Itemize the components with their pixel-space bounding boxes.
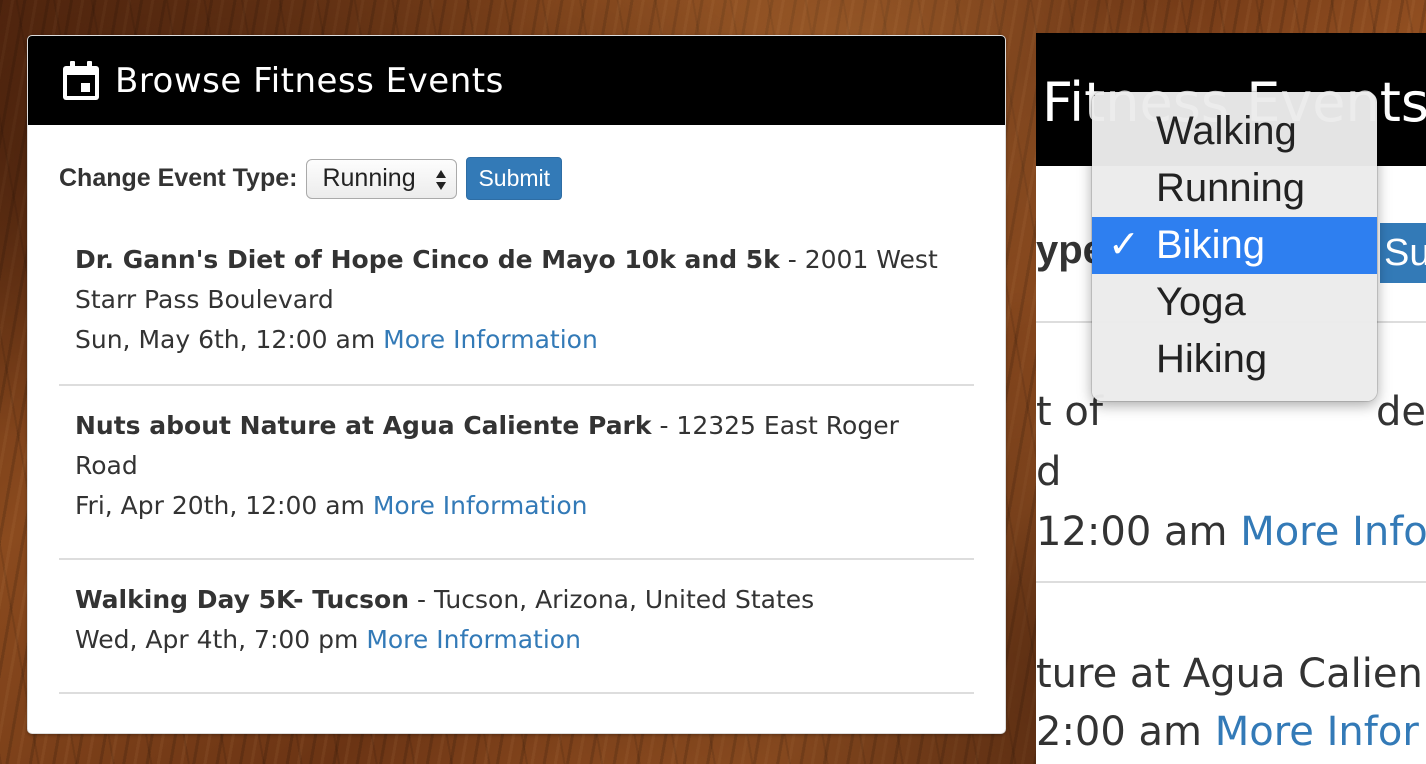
event-date: Sun, May 6th, 12:00 am	[75, 325, 376, 354]
zoomed-event-date-row: 12:00 am More Info	[1036, 509, 1426, 555]
zoomed-more-info-link[interactable]: More Infor	[1215, 709, 1419, 755]
zoomed-divider	[1036, 581, 1426, 583]
checkmark-icon: ✓	[1108, 224, 1140, 266]
list-item: Dr. Gann's Diet of Hope Cinco de Mayo 10…	[59, 226, 974, 386]
zoomed-event-time: 2:00 am	[1036, 709, 1215, 755]
dropdown-option-label: Biking	[1156, 223, 1265, 267]
event-date: Fri, Apr 20th, 12:00 am	[75, 491, 365, 520]
zoomed-event-location-fragment: d	[1036, 449, 1062, 495]
more-information-link[interactable]: More Information	[366, 625, 581, 654]
filter-label: Change Event Type:	[59, 164, 298, 192]
event-type-dropdown-menu[interactable]: Walking Running ✓ Biking Yoga Hiking	[1092, 92, 1377, 401]
select-arrows-icon	[436, 169, 447, 190]
zoomed-event-name-fragment: ture at Agua Calien	[1036, 651, 1423, 697]
select-value: Running	[322, 164, 416, 192]
more-information-link[interactable]: More Information	[383, 325, 598, 354]
submit-button[interactable]: Submit	[466, 157, 563, 200]
event-type-filter: Change Event Type: Running Submit	[59, 157, 563, 200]
event-name: Walking Day 5K- Tucson	[75, 585, 410, 614]
event-name: Nuts about Nature at Agua Caliente Park	[75, 411, 652, 440]
event-list: Dr. Gann's Diet of Hope Cinco de Mayo 10…	[59, 226, 974, 694]
zoomed-more-info-link[interactable]: More Info	[1240, 509, 1426, 555]
zoomed-event-time: 12:00 am	[1036, 509, 1241, 555]
event-date: Wed, Apr 4th, 7:00 pm	[75, 625, 359, 654]
panel-header: Browse Fitness Events	[28, 36, 1005, 125]
event-location: - Tucson, Arizona, United States	[409, 585, 815, 614]
dropdown-option-hiking[interactable]: Hiking	[1092, 331, 1377, 388]
list-item: Nuts about Nature at Agua Caliente Park …	[59, 386, 974, 560]
event-type-select[interactable]: Running	[306, 158, 458, 199]
more-information-link[interactable]: More Information	[373, 491, 588, 520]
events-panel: Browse Fitness Events Change Event Type:…	[27, 35, 1006, 734]
calendar-icon	[63, 60, 99, 100]
event-name: Dr. Gann's Diet of Hope Cinco de Mayo 10…	[75, 245, 780, 274]
dropdown-option-biking[interactable]: ✓ Biking	[1092, 217, 1377, 274]
zoomed-event-name-tail: de	[1376, 389, 1426, 435]
dropdown-option-walking[interactable]: Walking	[1092, 103, 1377, 160]
list-item: Walking Day 5K- Tucson - Tucson, Arizona…	[59, 560, 974, 694]
dropdown-option-running[interactable]: Running	[1092, 160, 1377, 217]
zoomed-submit-button[interactable]: Su	[1380, 223, 1426, 283]
dropdown-option-yoga[interactable]: Yoga	[1092, 274, 1377, 331]
page-title: Browse Fitness Events	[115, 60, 504, 101]
zoomed-event-date-row: 2:00 am More Infor	[1036, 709, 1419, 755]
